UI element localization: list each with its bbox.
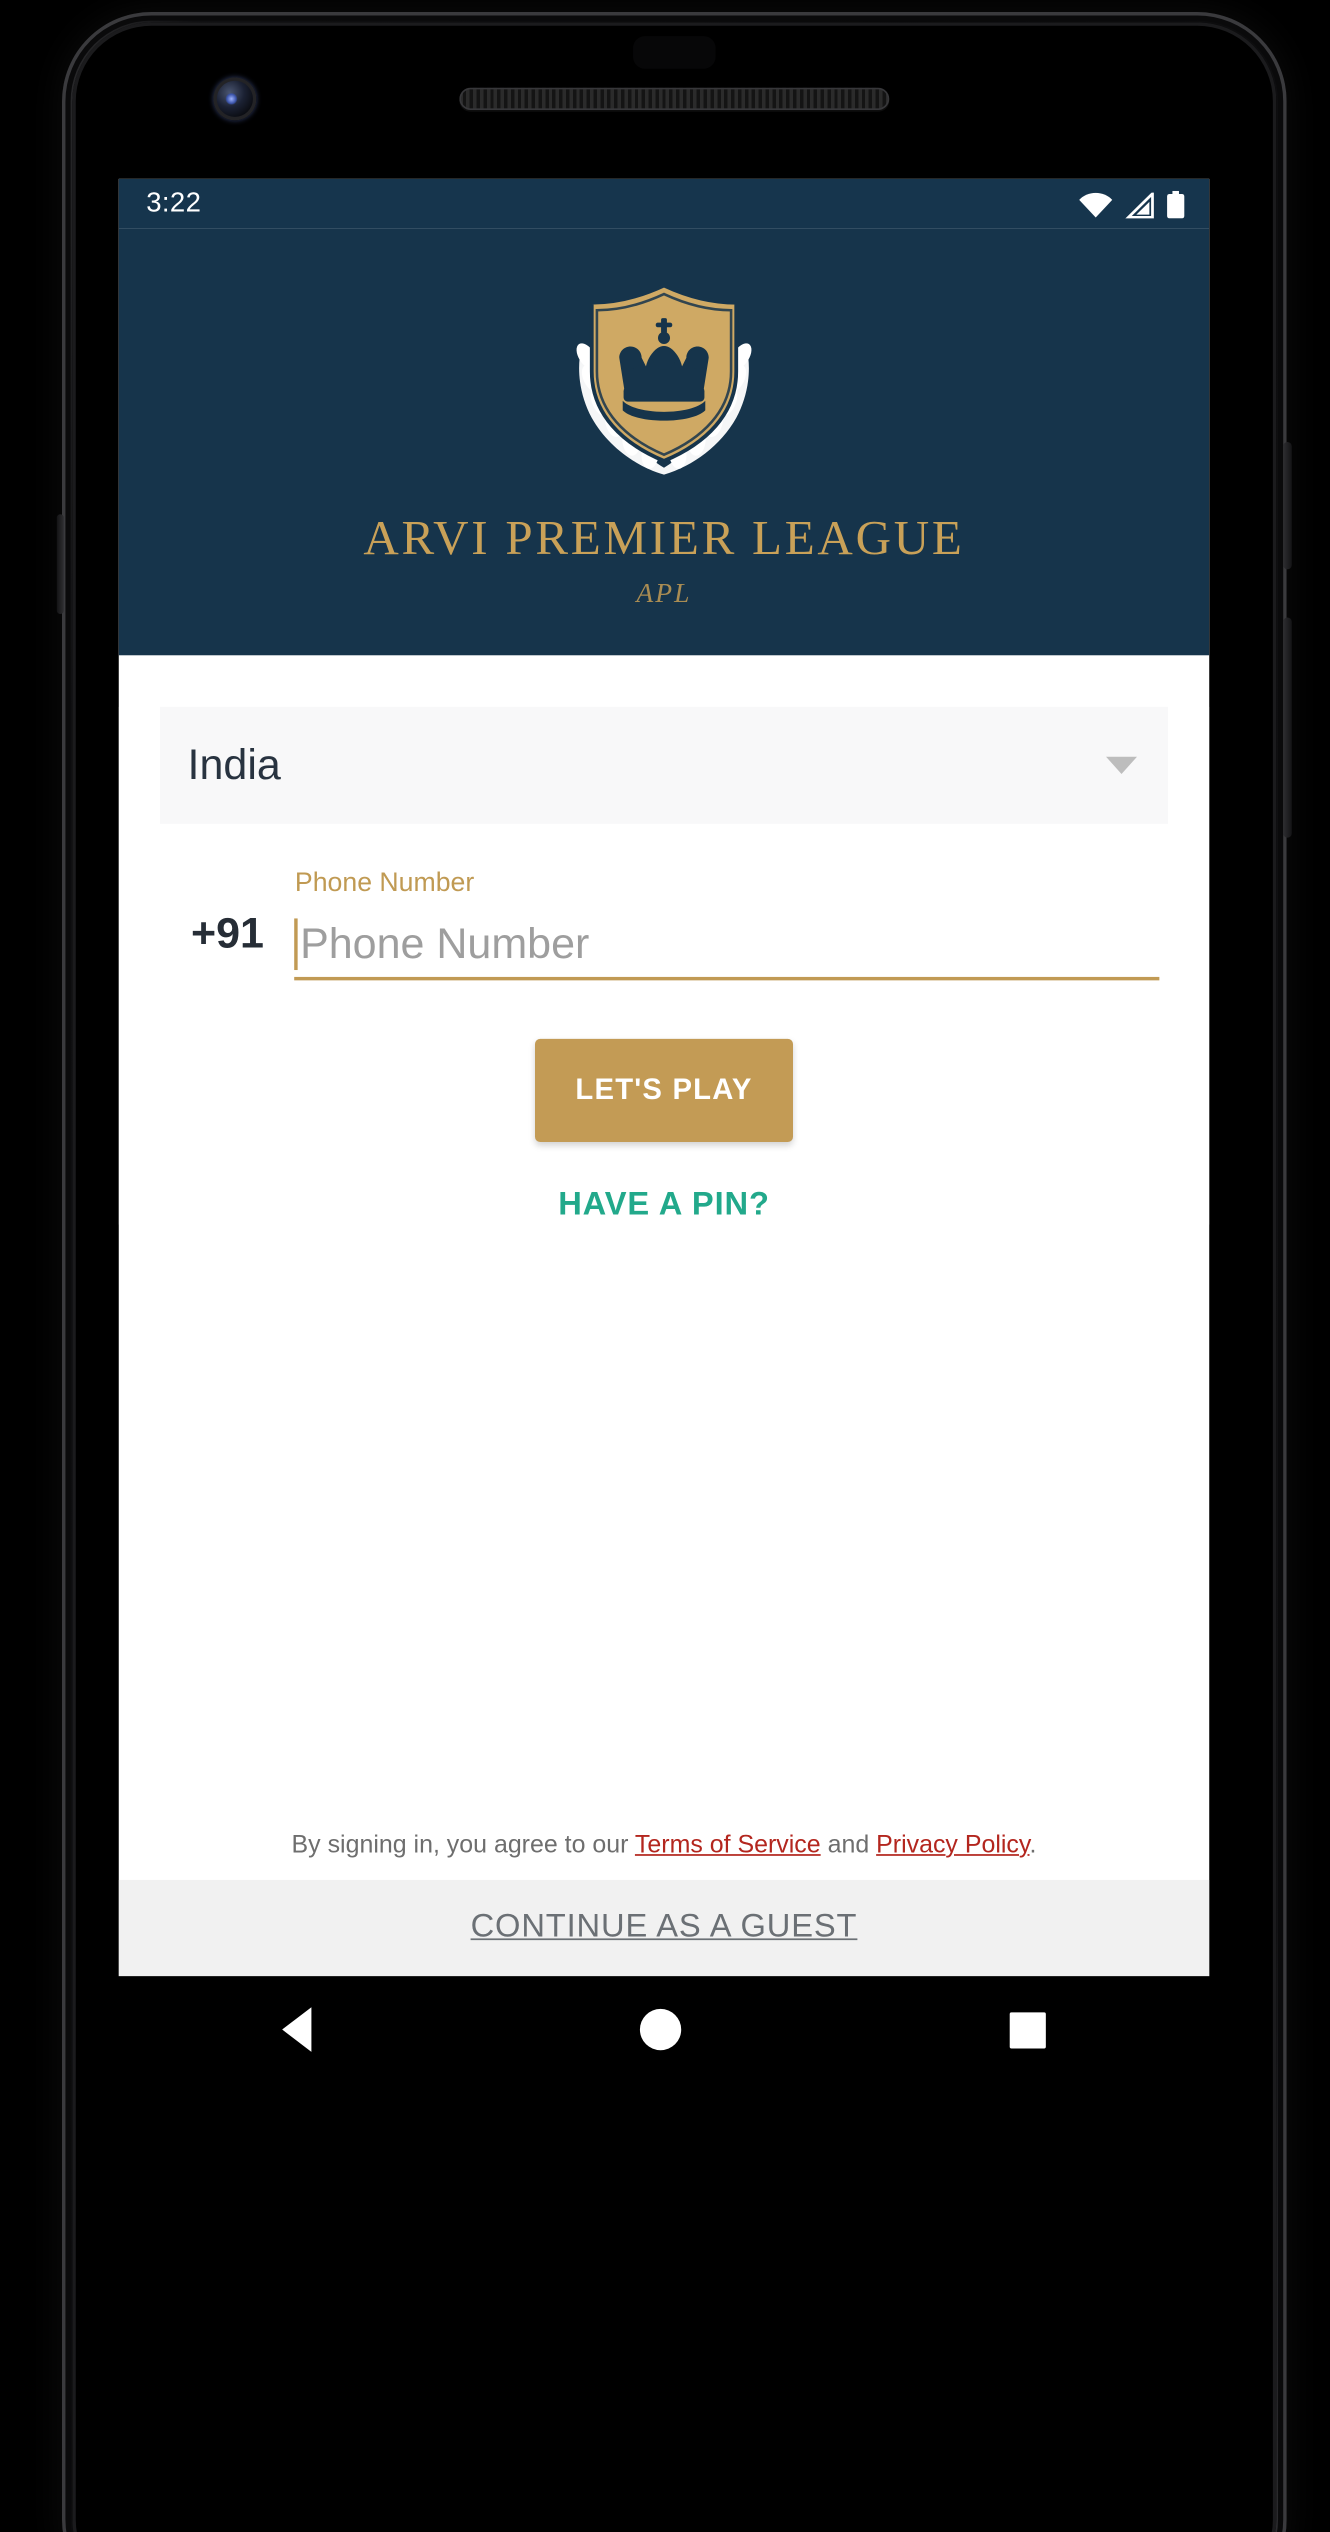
shield-crown-laurel-emblem [576,283,752,475]
home-button-icon[interactable] [639,2008,682,2051]
phone-input-wrapper[interactable] [294,911,1160,981]
legal-disclaimer: By signing in, you agree to our Terms of… [119,1832,1209,1860]
phone-number-input[interactable] [300,911,1160,977]
continue-as-guest-label: CONTINUE AS A GUEST [470,1909,858,1946]
front-camera-icon [213,77,257,121]
status-bar-clock: 3:22 [146,188,202,218]
battery-icon [1167,190,1185,218]
privacy-policy-link[interactable]: Privacy Policy [876,1832,1029,1860]
recents-button-icon[interactable] [1009,2011,1046,2048]
have-a-pin-link[interactable]: HAVE A PIN? [558,1187,770,1225]
power-button[interactable] [1283,442,1292,570]
lets-play-button[interactable]: LET'S PLAY [535,1038,793,1143]
dropdown-caret-icon [1106,756,1137,774]
continue-as-guest-button[interactable]: CONTINUE AS A GUEST [118,1879,1210,1977]
left-side-button[interactable] [56,514,64,614]
status-bar: 3:22 [118,178,1210,229]
status-bar-icons [1079,190,1186,218]
phone-number-label: Phone Number [294,868,475,898]
dial-code-label: +91 [191,909,264,958]
volume-button[interactable] [1283,617,1292,838]
country-select-value: India [187,740,281,789]
cellular-signal-icon [1125,191,1154,218]
login-form: India +91 Phone Number LET'S PLAY HAVE A… [118,706,1210,1225]
legal-suffix: . [1029,1831,1037,1860]
earpiece-speaker-grille [459,87,890,111]
league-title: ARVI PREMIER LEAGUE [363,512,965,566]
text-cursor-icon [294,918,299,971]
legal-prefix: By signing in, you agree to our [291,1831,635,1860]
phone-number-row: +91 Phone Number [160,869,1168,981]
back-button-icon[interactable] [282,2007,312,2052]
phone-screen: 3:22 ARVI PREMIER LEAGUE APL India +91 P… [118,178,1210,1977]
screenshot-stage: 3:22 ARVI PREMIER LEAGUE APL India +91 P… [0,0,1330,2532]
phone-device-frame: 3:22 ARVI PREMIER LEAGUE APL India +91 P… [56,12,1292,2532]
app-header: ARVI PREMIER LEAGUE APL [118,228,1210,656]
phone-field-group: Phone Number [294,868,1168,981]
league-abbreviation: APL [636,579,692,609]
legal-conjunction: and [820,1831,877,1860]
terms-of-service-link[interactable]: Terms of Service [635,1832,821,1860]
wifi-icon [1079,191,1113,217]
android-navigation-bar [118,1976,1210,2083]
country-select[interactable]: India [160,706,1168,824]
notch-sensor [633,36,716,69]
